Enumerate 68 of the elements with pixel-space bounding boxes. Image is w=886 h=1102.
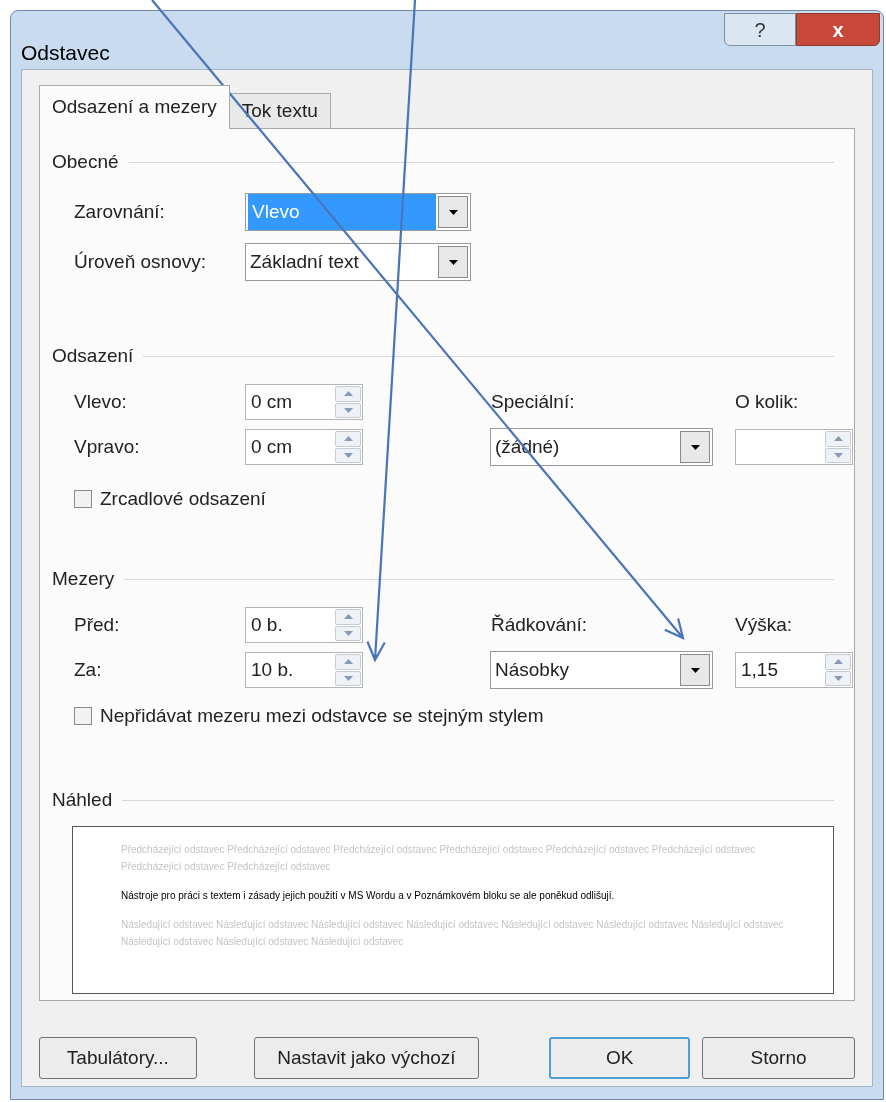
spin-field[interactable] [735, 429, 853, 465]
arrow-down-icon [343, 452, 353, 458]
dropdown[interactable]: Základní text [245, 243, 471, 281]
help-button[interactable]: ? [724, 13, 796, 46]
arrow-down-icon [343, 675, 353, 681]
spin-down-button[interactable] [335, 447, 361, 463]
field-label: Vpravo: [74, 434, 141, 459]
spin-field[interactable]: 1,15 [735, 652, 853, 688]
spin-down-button[interactable] [335, 402, 361, 418]
spin-down-button[interactable] [825, 670, 851, 686]
checkbox[interactable] [74, 490, 92, 508]
field-label: Úroveň osnovy: [74, 249, 207, 274]
section-heading: Odsazení [52, 343, 134, 368]
spin-field[interactable]: 0 b. [245, 607, 363, 643]
field-label: Speciální: [491, 389, 576, 414]
arrow-down-icon [833, 675, 843, 681]
field-label: O kolik: [735, 389, 799, 414]
dialog-button[interactable]: Nastavit jako výchozí [253, 1037, 480, 1079]
window-title: Odstavec [21, 40, 110, 66]
arrow-down-icon [690, 444, 700, 450]
section-heading: Náhled [52, 787, 113, 812]
spin-field[interactable]: 10 b. [245, 652, 363, 688]
arrow-down-icon [448, 259, 458, 265]
arrow-down-icon [833, 452, 843, 458]
arrow-up-icon [343, 614, 353, 620]
arrow-up-icon [343, 436, 353, 442]
arrow-down-icon [448, 209, 458, 215]
dropdown-button[interactable] [680, 431, 710, 463]
dropdown[interactable]: Násobky [490, 651, 713, 689]
spin-down-button[interactable] [825, 447, 851, 463]
section-heading: Mezery [52, 566, 115, 591]
dialog-button[interactable]: Storno [702, 1037, 855, 1079]
arrow-down-icon [690, 667, 700, 673]
checkbox[interactable] [74, 707, 92, 725]
section-heading: Obecné [52, 149, 119, 174]
preview-text: Následující odstavec Následující odstavec Následující odstavec Následující odstavec Následující odstavec Následující odstavec Následující odstavec Následující odstavec Následující odstavec Následující odstavec [121, 918, 785, 949]
dialog-button[interactable]: Tabulátory... [39, 1037, 197, 1079]
spin-up-button[interactable] [335, 431, 361, 447]
checkbox-label: Nepřidávat mezeru mezi odstavce se stejným stylem [100, 703, 544, 728]
preview-text: Nástroje pro práci s textem i zásady jejich použití v MS Wordu a v Poznámkovém bloku se ale poněkud odlišují. [121, 889, 616, 903]
arrow-down-icon [343, 407, 353, 413]
arrow-up-icon [343, 659, 353, 665]
arrow-up-icon [833, 436, 843, 442]
field-label: Řádkování: [491, 612, 589, 637]
close-button[interactable]: x [796, 13, 880, 46]
spin-up-button[interactable] [335, 654, 361, 670]
spin-up-button[interactable] [825, 431, 851, 447]
arrow-up-icon [833, 659, 843, 665]
field-label: Před: [74, 612, 121, 637]
field-label: Za: [74, 657, 103, 682]
field-label: Zarovnání: [74, 199, 166, 224]
spin-up-button[interactable] [335, 386, 361, 402]
dialog-button[interactable]: OK [549, 1037, 691, 1079]
field-label: Výška: [735, 612, 793, 637]
spin-down-button[interactable] [335, 625, 361, 641]
dropdown-button[interactable] [438, 196, 468, 228]
arrow-down-icon [343, 630, 353, 636]
field-label: Vlevo: [74, 389, 128, 414]
dropdown-button[interactable] [438, 246, 468, 278]
tab[interactable]: Odsazení a mezery [39, 85, 230, 129]
spin-field[interactable]: 0 cm [245, 429, 363, 465]
checkbox-label: Zrcadlové odsazení [100, 486, 266, 511]
spin-up-button[interactable] [825, 654, 851, 670]
spin-up-button[interactable] [335, 609, 361, 625]
spin-field[interactable]: 0 cm [245, 384, 363, 420]
spin-down-button[interactable] [335, 670, 361, 686]
dropdown-button[interactable] [680, 654, 710, 686]
arrow-up-icon [343, 391, 353, 397]
